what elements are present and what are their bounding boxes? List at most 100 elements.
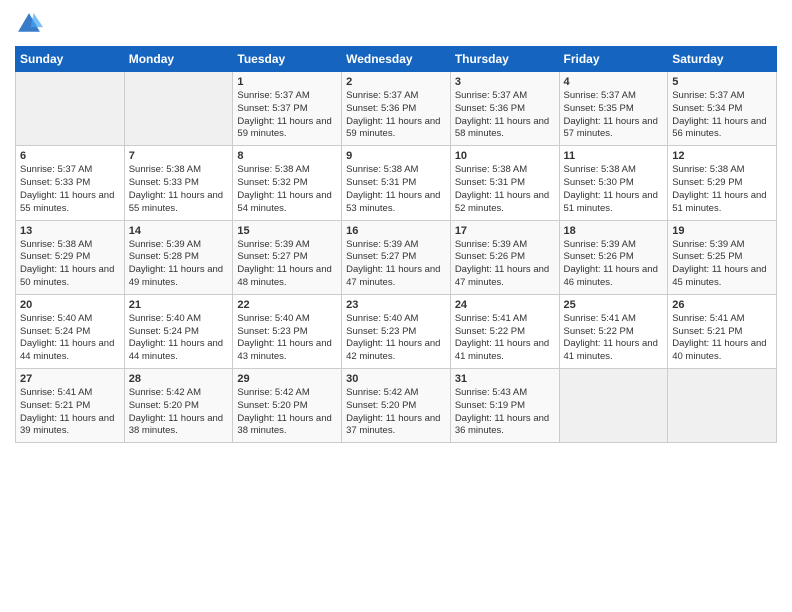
day-number: 25 (564, 299, 664, 311)
header (15, 10, 777, 38)
calendar-cell: 21 Sunrise: 5:40 AMSunset: 5:24 PMDayligh… (124, 294, 233, 368)
day-info: Sunrise: 5:37 AMSunset: 5:34 PMDaylight:… (672, 90, 772, 141)
calendar-cell: 29 Sunrise: 5:42 AMSunset: 5:20 PMDayligh… (233, 369, 342, 443)
day-info: Sunrise: 5:43 AMSunset: 5:19 PMDaylight:… (455, 387, 555, 438)
calendar-header-row: SundayMondayTuesdayWednesdayThursdayFrid… (16, 47, 777, 72)
day-number: 8 (237, 150, 337, 162)
calendar-cell: 10 Sunrise: 5:38 AMSunset: 5:31 PMDayligh… (450, 146, 559, 220)
header-day-monday: Monday (124, 47, 233, 72)
calendar-cell: 30 Sunrise: 5:42 AMSunset: 5:20 PMDayligh… (342, 369, 451, 443)
day-info: Sunrise: 5:42 AMSunset: 5:20 PMDaylight:… (129, 387, 229, 438)
day-info: Sunrise: 5:40 AMSunset: 5:23 PMDaylight:… (237, 313, 337, 364)
calendar-cell: 25 Sunrise: 5:41 AMSunset: 5:22 PMDayligh… (559, 294, 668, 368)
calendar-cell: 8 Sunrise: 5:38 AMSunset: 5:32 PMDaylight… (233, 146, 342, 220)
day-number: 9 (346, 150, 446, 162)
calendar-week-row: 20 Sunrise: 5:40 AMSunset: 5:24 PMDayligh… (16, 294, 777, 368)
day-number: 1 (237, 76, 337, 88)
calendar-cell: 20Sunrise: 5:40 AMSunset: 5:24 PMDayligh… (16, 294, 125, 368)
day-info: Sunrise: 5:39 AMSunset: 5:27 PMDaylight:… (346, 239, 446, 290)
day-number: 17 (455, 225, 555, 237)
day-number: 5 (672, 76, 772, 88)
day-number: 21 (129, 299, 229, 311)
header-day-friday: Friday (559, 47, 668, 72)
day-number: 12 (672, 150, 772, 162)
calendar-cell: 28 Sunrise: 5:42 AMSunset: 5:20 PMDayligh… (124, 369, 233, 443)
calendar-cell (559, 369, 668, 443)
day-number: 20 (20, 299, 120, 311)
day-number: 16 (346, 225, 446, 237)
day-info: Sunrise: 5:39 AMSunset: 5:27 PMDaylight:… (237, 239, 337, 290)
calendar-cell: 24 Sunrise: 5:41 AMSunset: 5:22 PMDayligh… (450, 294, 559, 368)
calendar-cell: 3 Sunrise: 5:37 AMSunset: 5:36 PMDaylight… (450, 72, 559, 146)
calendar-cell: 19 Sunrise: 5:39 AMSunset: 5:25 PMDayligh… (668, 220, 777, 294)
calendar-cell (668, 369, 777, 443)
day-number: 15 (237, 225, 337, 237)
day-info: Sunrise: 5:38 AMSunset: 5:32 PMDaylight:… (237, 164, 337, 215)
day-number: 28 (129, 373, 229, 385)
calendar-cell: 15 Sunrise: 5:39 AMSunset: 5:27 PMDayligh… (233, 220, 342, 294)
day-info: Sunrise: 5:38 AMSunset: 5:31 PMDaylight:… (455, 164, 555, 215)
day-number: 10 (455, 150, 555, 162)
calendar-cell: 7 Sunrise: 5:38 AMSunset: 5:33 PMDaylight… (124, 146, 233, 220)
day-info: Sunrise: 5:42 AMSunset: 5:20 PMDaylight:… (346, 387, 446, 438)
day-number: 13 (20, 225, 120, 237)
calendar-cell: 12 Sunrise: 5:38 AMSunset: 5:29 PMDayligh… (668, 146, 777, 220)
day-number: 7 (129, 150, 229, 162)
day-info: Sunrise: 5:37 AMSunset: 5:36 PMDaylight:… (346, 90, 446, 141)
calendar-cell: 27 Sunrise: 5:41 AMSunset: 5:21 PMDayligh… (16, 369, 125, 443)
day-number: 11 (564, 150, 664, 162)
header-day-saturday: Saturday (668, 47, 777, 72)
calendar-week-row: 27 Sunrise: 5:41 AMSunset: 5:21 PMDayligh… (16, 369, 777, 443)
calendar-cell: 14Sunrise: 5:39 AMSunset: 5:28 PMDayligh… (124, 220, 233, 294)
day-info: Sunrise: 5:37 AMSunset: 5:36 PMDaylight:… (455, 90, 555, 141)
day-number: 29 (237, 373, 337, 385)
day-number: 19 (672, 225, 772, 237)
logo-icon (15, 10, 43, 38)
calendar-cell: 17Sunrise: 5:39 AMSunset: 5:26 PMDayligh… (450, 220, 559, 294)
day-info: Sunrise: 5:40 AMSunset: 5:23 PMDaylight:… (346, 313, 446, 364)
day-info: Sunrise: 5:41 AMSunset: 5:21 PMDaylight:… (20, 387, 120, 438)
header-day-sunday: Sunday (16, 47, 125, 72)
calendar-cell (124, 72, 233, 146)
day-number: 24 (455, 299, 555, 311)
day-info: Sunrise: 5:38 AMSunset: 5:31 PMDaylight:… (346, 164, 446, 215)
calendar-cell: 16 Sunrise: 5:39 AMSunset: 5:27 PMDayligh… (342, 220, 451, 294)
day-info: Sunrise: 5:38 AMSunset: 5:29 PMDaylight:… (20, 239, 120, 290)
calendar-cell: 31Sunrise: 5:43 AMSunset: 5:19 PMDayligh… (450, 369, 559, 443)
day-number: 22 (237, 299, 337, 311)
logo (15, 10, 47, 38)
day-number: 27 (20, 373, 120, 385)
calendar-table: SundayMondayTuesdayWednesdayThursdayFrid… (15, 46, 777, 443)
day-info: Sunrise: 5:41 AMSunset: 5:22 PMDaylight:… (455, 313, 555, 364)
calendar-cell: 9 Sunrise: 5:38 AMSunset: 5:31 PMDaylight… (342, 146, 451, 220)
day-number: 30 (346, 373, 446, 385)
day-number: 18 (564, 225, 664, 237)
day-info: Sunrise: 5:41 AMSunset: 5:22 PMDaylight:… (564, 313, 664, 364)
day-info: Sunrise: 5:42 AMSunset: 5:20 PMDaylight:… (237, 387, 337, 438)
day-info: Sunrise: 5:38 AMSunset: 5:29 PMDaylight:… (672, 164, 772, 215)
day-info: Sunrise: 5:37 AMSunset: 5:35 PMDaylight:… (564, 90, 664, 141)
day-info: Sunrise: 5:38 AMSunset: 5:33 PMDaylight:… (129, 164, 229, 215)
day-number: 14 (129, 225, 229, 237)
calendar-cell: 5 Sunrise: 5:37 AMSunset: 5:34 PMDaylight… (668, 72, 777, 146)
day-number: 2 (346, 76, 446, 88)
day-info: Sunrise: 5:39 AMSunset: 5:26 PMDaylight:… (564, 239, 664, 290)
calendar-cell: 11 Sunrise: 5:38 AMSunset: 5:30 PMDayligh… (559, 146, 668, 220)
calendar-cell: 2 Sunrise: 5:37 AMSunset: 5:36 PMDaylight… (342, 72, 451, 146)
page: SundayMondayTuesdayWednesdayThursdayFrid… (0, 0, 792, 612)
header-day-thursday: Thursday (450, 47, 559, 72)
day-info: Sunrise: 5:41 AMSunset: 5:21 PMDaylight:… (672, 313, 772, 364)
day-info: Sunrise: 5:37 AMSunset: 5:37 PMDaylight:… (237, 90, 337, 141)
day-info: Sunrise: 5:39 AMSunset: 5:25 PMDaylight:… (672, 239, 772, 290)
day-number: 23 (346, 299, 446, 311)
calendar-week-row: 13 Sunrise: 5:38 AMSunset: 5:29 PMDayligh… (16, 220, 777, 294)
day-info: Sunrise: 5:38 AMSunset: 5:30 PMDaylight:… (564, 164, 664, 215)
day-number: 3 (455, 76, 555, 88)
calendar-cell: 4 Sunrise: 5:37 AMSunset: 5:35 PMDaylight… (559, 72, 668, 146)
day-number: 4 (564, 76, 664, 88)
calendar-cell: 22 Sunrise: 5:40 AMSunset: 5:23 PMDayligh… (233, 294, 342, 368)
day-info: Sunrise: 5:40 AMSunset: 5:24 PMDaylight:… (129, 313, 229, 364)
calendar-cell: 1 Sunrise: 5:37 AMSunset: 5:37 PMDaylight… (233, 72, 342, 146)
calendar-week-row: 1 Sunrise: 5:37 AMSunset: 5:37 PMDaylight… (16, 72, 777, 146)
header-day-tuesday: Tuesday (233, 47, 342, 72)
